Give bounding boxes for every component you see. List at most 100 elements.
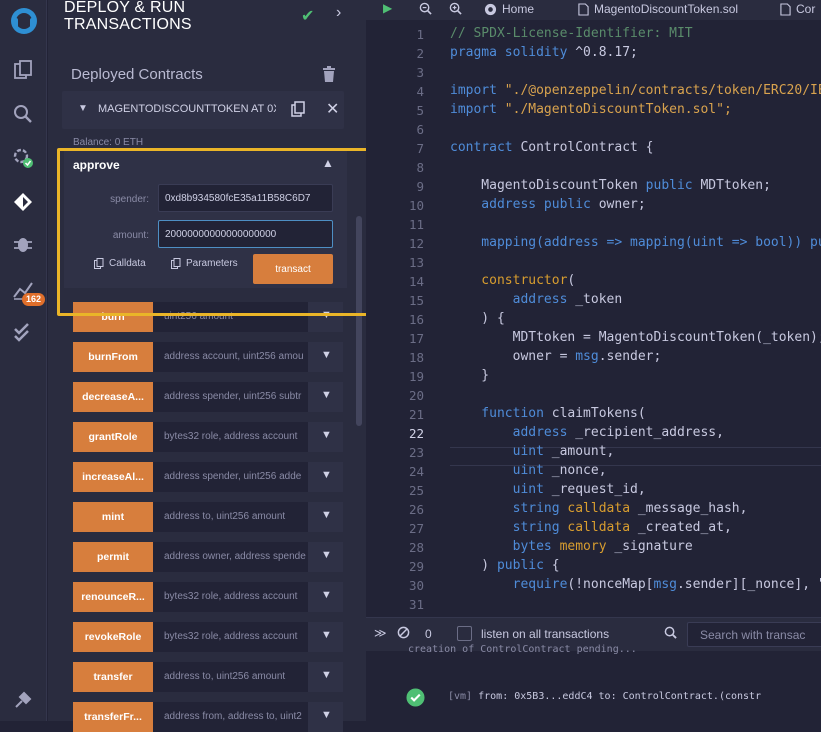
chevron-down-icon[interactable]: ▼: [321, 509, 332, 521]
function-button[interactable]: transferFr...: [73, 702, 153, 732]
function-params-input[interactable]: bytes32 role, address account: [153, 422, 308, 452]
collapse-chevron-icon[interactable]: ≫: [374, 626, 387, 640]
file-icon: [578, 2, 589, 16]
code-line: ) public {: [450, 558, 560, 573]
function-params-input[interactable]: address account, uint256 amou: [153, 342, 308, 372]
function-button[interactable]: renounceR...: [73, 582, 153, 612]
amount-label: amount:: [112, 230, 149, 241]
run-play-icon[interactable]: ▶: [383, 1, 392, 15]
function-params-input[interactable]: address owner, address spende: [153, 542, 308, 572]
code-line: uint _amount,: [450, 444, 615, 459]
clear-console-icon[interactable]: [397, 626, 410, 644]
code-area[interactable]: 1 2 3 4 5 6 7 8 9 10 11 12 13 14 15 16 17 18 19 20 21 22 23 24 2…: [366, 22, 821, 617]
chevron-down-icon[interactable]: ▼: [78, 103, 88, 114]
function-row: mint address to, uint256 amount ▼: [73, 502, 343, 532]
debugger-bug-icon[interactable]: [11, 232, 35, 256]
function-params-input[interactable]: bytes32 role, address account: [153, 622, 308, 652]
chevron-down-icon[interactable]: ▼: [321, 309, 332, 321]
double-check-icon[interactable]: [11, 320, 35, 344]
panel-scrollbar[interactable]: [356, 216, 362, 426]
deployed-contracts-label: Deployed Contracts: [71, 66, 203, 83]
parameters-label: Parameters: [186, 258, 238, 269]
zoom-out-icon[interactable]: [419, 2, 432, 15]
amount-input[interactable]: 20000000000000000000: [158, 220, 333, 248]
line-number: 1: [416, 27, 424, 42]
line-number: 12: [408, 236, 424, 251]
chevron-down-icon[interactable]: ▼: [321, 629, 332, 641]
spender-label: spender:: [110, 194, 149, 205]
file-explorer-icon[interactable]: [11, 58, 35, 82]
chevron-right-icon[interactable]: ›: [336, 4, 341, 22]
chevron-down-icon[interactable]: ▼: [321, 589, 332, 601]
function-button[interactable]: grantRole: [73, 422, 153, 452]
function-button[interactable]: mint: [73, 502, 153, 532]
function-button[interactable]: decreaseA...: [73, 382, 153, 412]
parameters-button[interactable]: Parameters: [171, 258, 238, 269]
balance-text: Balance: 0 ETH: [73, 137, 144, 148]
chevron-down-icon[interactable]: ▼: [321, 469, 332, 481]
function-row: transfer address to, uint256 amount ▼: [73, 662, 343, 692]
function-row: burn uint256 amount ▼: [73, 302, 343, 332]
chevron-down-icon[interactable]: ▼: [321, 669, 332, 681]
chevron-up-icon[interactable]: ▲: [322, 156, 334, 170]
function-button[interactable]: burnFrom: [73, 342, 153, 372]
calldata-button[interactable]: Calldata: [94, 258, 146, 269]
check-icon: ✔: [301, 8, 315, 25]
deployed-contract-header[interactable]: ▼ MAGENTODISCOUNTTOKEN AT 0X ✕: [62, 91, 344, 129]
function-params-input[interactable]: uint256 amount: [153, 302, 308, 332]
zoom-in-icon[interactable]: [449, 2, 462, 15]
function-params-input[interactable]: address spender, uint256 subtr: [153, 382, 308, 412]
copy-icon[interactable]: [291, 101, 305, 117]
copy-icon: [171, 258, 181, 269]
function-button[interactable]: permit: [73, 542, 153, 572]
function-params-input[interactable]: bytes32 role, address account: [153, 582, 308, 612]
function-row: transferFr... address from, address to, u…: [73, 702, 343, 732]
line-number: 18: [408, 350, 424, 365]
terminal-search-input[interactable]: Search with transac: [687, 622, 821, 647]
deploy-run-icon[interactable]: [11, 190, 35, 214]
function-params-input[interactable]: address to, uint256 amount: [153, 502, 308, 532]
function-params-input[interactable]: address spender, uint256 adde: [153, 462, 308, 492]
spender-input[interactable]: 0xd8b934580fcE35a11B58C6D7: [158, 184, 333, 212]
chevron-down-icon[interactable]: ▼: [321, 709, 332, 721]
transact-button[interactable]: transact: [253, 254, 333, 284]
listen-checkbox[interactable]: [457, 626, 472, 641]
chevron-down-icon[interactable]: ▼: [321, 429, 332, 441]
code-line: ) {: [450, 311, 505, 326]
function-button[interactable]: burn: [73, 302, 153, 332]
solidity-compiler-icon[interactable]: [11, 146, 35, 170]
line-number: 28: [408, 540, 424, 555]
line-number: 2: [416, 46, 424, 61]
deploy-run-panel: DEPLOY & RUN TRANSACTIONS ✔ › Deployed C…: [48, 0, 366, 732]
trash-icon[interactable]: [322, 66, 336, 82]
code-line: string calldata _message_hash,: [450, 501, 748, 516]
code-line: address public owner;: [450, 197, 646, 212]
function-params-input[interactable]: address from, address to, uint2: [153, 702, 308, 732]
function-button[interactable]: increaseAl...: [73, 462, 153, 492]
function-button[interactable]: transfer: [73, 662, 153, 692]
close-icon[interactable]: ✕: [326, 99, 339, 119]
plugin-manager-icon[interactable]: [11, 688, 35, 712]
line-number: 29: [408, 559, 424, 574]
code-line: }: [450, 368, 490, 383]
icon-sidebar: 162: [0, 0, 47, 721]
partial-log-text: creation of ControlContract pending...: [408, 644, 637, 655]
code-line: address _token: [450, 292, 623, 307]
tab-home[interactable]: Home: [484, 2, 534, 16]
code-line: require(!nonceMap[msg.sender][_nonce], ": [450, 577, 821, 592]
approve-function-expanded: approve ▲ spender: 0xd8b934580fcE35a11B5…: [64, 150, 347, 288]
chevron-down-icon[interactable]: ▼: [321, 349, 332, 361]
function-params-input[interactable]: address to, uint256 amount: [153, 662, 308, 692]
remix-logo-icon[interactable]: [9, 6, 39, 36]
tx-log-line[interactable]: [vm] from: 0x5B3...eddC4 to: ControlCont…: [448, 691, 761, 702]
chevron-down-icon[interactable]: ▼: [321, 389, 332, 401]
code-line: uint _nonce,: [450, 463, 607, 478]
chevron-down-icon[interactable]: ▼: [321, 549, 332, 561]
code-line: owner = msg.sender;: [450, 349, 662, 364]
search-icon[interactable]: [11, 102, 35, 126]
tab-magento-token[interactable]: MagentoDiscountToken.sol: [578, 2, 738, 16]
function-button[interactable]: revokeRole: [73, 622, 153, 652]
function-row: renounceR... bytes32 role, address accoun…: [73, 582, 343, 612]
function-row: burnFrom address account, uint256 amou ▼: [73, 342, 343, 372]
tab-control-contract[interactable]: Cor: [780, 2, 815, 16]
